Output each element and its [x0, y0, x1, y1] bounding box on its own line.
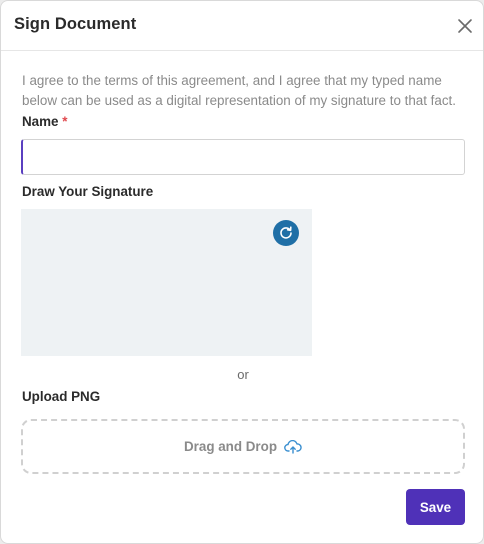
upload-dropzone[interactable]: Drag and Drop: [21, 419, 465, 474]
name-label: Name *: [22, 114, 67, 129]
name-input[interactable]: [21, 139, 465, 175]
save-button[interactable]: Save: [406, 489, 465, 525]
drag-and-drop-text: Drag and Drop: [184, 439, 277, 454]
close-button[interactable]: [453, 14, 477, 38]
agreement-text: I agree to the terms of this agreement, …: [22, 73, 456, 108]
reset-signature-button[interactable]: [273, 220, 299, 246]
cloud-upload-icon: [284, 439, 302, 454]
close-icon: [458, 19, 472, 33]
required-marker: *: [62, 114, 68, 129]
refresh-icon: [280, 226, 292, 239]
or-divider-text: or: [237, 367, 249, 382]
upload-png-label: Upload PNG: [22, 389, 101, 404]
dialog-header: Sign Document: [1, 1, 483, 51]
name-label-text: Name: [22, 114, 59, 129]
dialog-title: Sign Document: [14, 15, 137, 33]
draw-signature-label: Draw Your Signature: [22, 184, 154, 199]
signature-pad[interactable]: [21, 209, 312, 356]
sign-document-dialog: Sign Document I agree to the terms of th…: [0, 0, 484, 544]
